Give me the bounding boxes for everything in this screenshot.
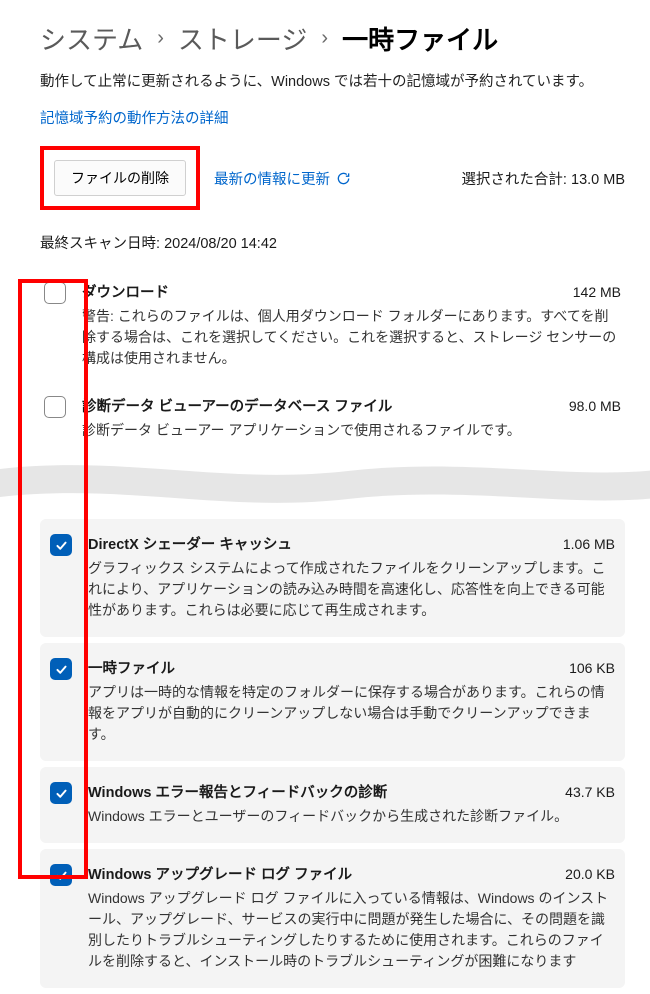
- item-description: グラフィックス システムによって作成されたファイルをクリーンアップします。これに…: [88, 558, 615, 621]
- item-description: 警告: これらのファイルは、個人用ダウンロード フォルダーにあります。すべてを削…: [82, 306, 621, 369]
- file-category-item[interactable]: DirectX シェーダー キャッシュ 1.06 MB グラフィックス システム…: [40, 519, 625, 637]
- item-size: 106 KB: [569, 660, 615, 676]
- checkbox[interactable]: [44, 282, 66, 304]
- last-scan-label: 最終スキャン日時:: [40, 236, 160, 252]
- item-title: DirectX シェーダー キャッシュ: [88, 533, 292, 554]
- file-category-item[interactable]: 診断データ ビューアーのデータベース ファイル 98.0 MB 診断データ ビュ…: [40, 383, 625, 455]
- breadcrumb-current: 一時ファイル: [342, 20, 498, 57]
- refresh-button[interactable]: 最新の情報に更新: [214, 168, 351, 189]
- item-description: Windows アップグレード ログ ファイルに入っている情報は、Windows…: [88, 888, 615, 972]
- item-size: 20.0 KB: [565, 866, 615, 882]
- file-category-item[interactable]: Windows アップグレード ログ ファイル 20.0 KB Windows …: [40, 849, 625, 988]
- content-break-indicator: [0, 455, 650, 511]
- file-category-item[interactable]: Windows エラー報告とフィードバックの診断 43.7 KB Windows…: [40, 767, 625, 843]
- item-title: ダウンロード: [82, 281, 169, 302]
- checkbox[interactable]: [44, 396, 66, 418]
- chevron-right-icon: ›: [321, 27, 328, 50]
- action-row: ファイルの削除 最新の情報に更新 選択された合計: 13.0 MB: [40, 146, 625, 210]
- checkbox[interactable]: [50, 658, 72, 680]
- file-category-item[interactable]: 一時ファイル 106 KB アプリは一時的な情報を特定のフォルダーに保存する場合…: [40, 643, 625, 761]
- checkbox[interactable]: [50, 782, 72, 804]
- refresh-icon: [336, 171, 351, 186]
- item-title: Windows アップグレード ログ ファイル: [88, 863, 352, 884]
- item-title: 一時ファイル: [88, 657, 175, 678]
- item-size: 98.0 MB: [569, 398, 621, 414]
- file-category-item[interactable]: ダウンロード 142 MB 警告: これらのファイルは、個人用ダウンロード フォ…: [40, 269, 625, 383]
- item-title: Windows エラー報告とフィードバックの診断: [88, 781, 387, 802]
- total-selected: 選択された合計: 13.0 MB: [461, 168, 625, 189]
- item-size: 43.7 KB: [565, 784, 615, 800]
- remove-files-button[interactable]: ファイルの削除: [54, 160, 186, 196]
- item-size: 142 MB: [573, 284, 621, 300]
- chevron-right-icon: ›: [157, 27, 164, 50]
- total-value: 13.0 MB: [571, 172, 625, 188]
- item-description: 診断データ ビューアー アプリケーションで使用されるファイルです。: [82, 420, 621, 441]
- item-title: 診断データ ビューアーのデータベース ファイル: [82, 395, 392, 416]
- total-label: 選択された合計:: [461, 172, 567, 188]
- annotation-highlight: ファイルの削除: [40, 146, 200, 210]
- breadcrumb: システム › ストレージ › 一時ファイル: [40, 20, 625, 57]
- refresh-label: 最新の情報に更新: [214, 168, 330, 189]
- checkbox[interactable]: [50, 534, 72, 556]
- last-scan-value: 2024/08/20 14:42: [164, 236, 277, 252]
- breadcrumb-storage[interactable]: ストレージ: [178, 20, 307, 57]
- item-size: 1.06 MB: [563, 536, 615, 552]
- page-subtitle: 動作して止常に更新されるように、Windows では若十の記憶域が予約されていま…: [40, 71, 625, 93]
- item-description: アプリは一時的な情報を特定のフォルダーに保存する場合があります。これらの情報をア…: [88, 682, 615, 745]
- breadcrumb-system[interactable]: システム: [40, 20, 143, 57]
- learn-more-link[interactable]: 記憶域予約の動作方法の詳細: [40, 107, 229, 128]
- item-description: Windows エラーとユーザーのフィードバックから生成された診断ファイル。: [88, 806, 615, 827]
- checkbox[interactable]: [50, 864, 72, 886]
- last-scan: 最終スキャン日時: 2024/08/20 14:42: [40, 232, 625, 253]
